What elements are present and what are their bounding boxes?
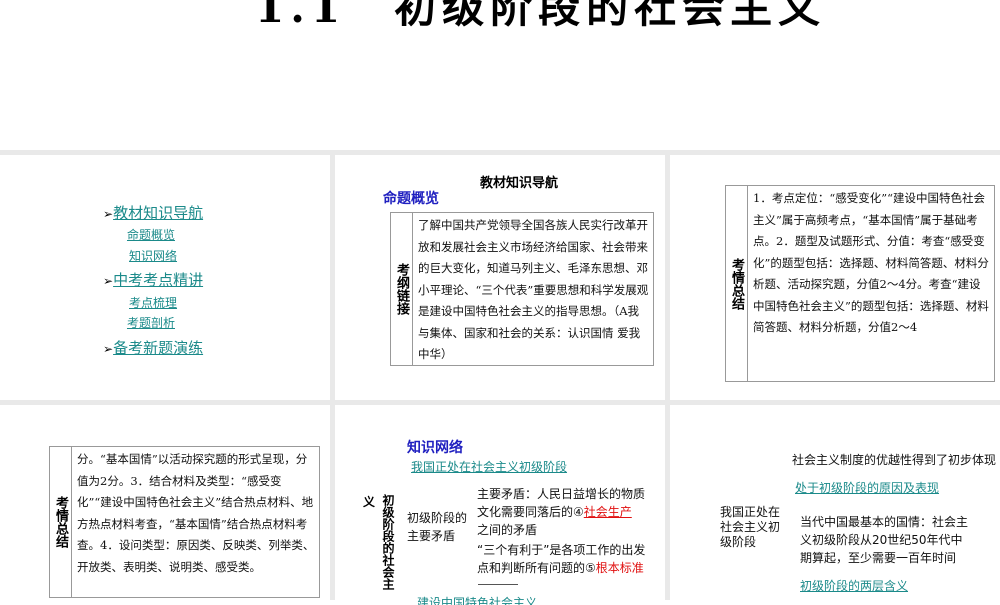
heading: 教材知识导航	[480, 176, 559, 191]
nav-sub-link[interactable]: 考题剖析	[127, 316, 175, 330]
answer-5: 根本标准	[595, 561, 644, 575]
nav-sub-link[interactable]: 考点梳理	[129, 296, 177, 310]
nav-item[interactable]: ➢教材知识导航	[103, 202, 203, 223]
network-link[interactable]: 初级阶段的两层含义	[800, 577, 908, 594]
table-content: 分。“基本国情”以活动探究题的形式呈现，分值为2分。3．结合材料及类型：“感受变…	[77, 452, 315, 574]
slide-thumb-knowledge-network[interactable]: 知识网络 我国正处在社会主义初级阶段 义 初级阶段的社会主 初级阶段的主要矛盾 …	[335, 405, 665, 605]
nav-link[interactable]: 教材知识导航	[113, 204, 203, 222]
nav-link[interactable]: 备考新题演练	[113, 339, 203, 357]
nav-sub-link[interactable]: 命题概览	[127, 228, 175, 242]
nav-item[interactable]: ➢备考新题演练	[103, 337, 203, 358]
nav-sub-link[interactable]: 知识网络	[129, 249, 177, 263]
side-label: 考情总结	[50, 447, 72, 597]
table-content: 了解中国共产党领导全国各族人民实行改革开放和发展社会主义市场经济给国家、社会带来…	[418, 218, 649, 361]
slide-title: 1.1 初级阶段的社会主义	[255, 0, 827, 32]
table-content: 1．考点定位：“感受变化”“建设中国特色社会主义”属于高频考点，“基本国情”属于…	[753, 191, 989, 334]
arrow-icon: ➢	[103, 342, 114, 356]
answer-4: 社会生产	[583, 505, 632, 519]
vertical-label: 初级阶段的社会主	[381, 494, 395, 590]
item-1: 主要矛盾：人民日益增长的物质文化需要同落后的④社会生产 之间的矛盾	[477, 485, 647, 539]
item-2: “三个有利于”是各项工作的出发点和判断所有问题的⑤根本标准	[477, 541, 649, 577]
summary-table: 考情总结 分。“基本国情”以活动探究题的形式呈现，分值为2分。3．结合材料及类型…	[49, 446, 320, 598]
slide-thumb-summary[interactable]: 考情总结 1．考点定位：“感受变化”“建设中国特色社会主义”属于高频考点，“基本…	[670, 155, 1000, 400]
side-label: 考纲链接	[391, 213, 413, 365]
slide-thumb-nav[interactable]: ➢教材知识导航 命题概览 知识网络 ➢中考考点精讲 考点梳理 考题剖析 ➢备考新…	[0, 155, 330, 400]
network-text: 社会主义制度的优越性得到了初步体现	[792, 453, 997, 467]
slide-thumb-summary-2[interactable]: 考情总结 分。“基本国情”以活动探究题的形式呈现，分值为2分。3．结合材料及类型…	[0, 405, 330, 605]
network-link[interactable]: 处于初级阶段的原因及表现	[795, 479, 939, 496]
arrow-icon: ➢	[103, 207, 114, 221]
syllabus-table: 考纲链接 了解中国共产党领导全国各族人民实行改革开放和发展社会主义市场经济给国家…	[390, 212, 654, 366]
text: 之间的矛盾	[477, 523, 538, 537]
subheading: 命题概览	[383, 191, 439, 207]
side-label: 考情总结	[726, 186, 748, 381]
arrow-icon: ➢	[103, 274, 114, 288]
summary-table: 考情总结 1．考点定位：“感受变化”“建设中国特色社会主义”属于高频考点，“基本…	[725, 185, 995, 382]
network-node: 我国正处在社会主义初级阶段	[720, 505, 781, 549]
heading: 知识网络	[407, 440, 463, 456]
slide-thumb-overview[interactable]: 教材知识导航 命题概览 考纲链接 了解中国共产党领导全国各族人民实行改革开放和发…	[335, 155, 665, 400]
label-fragment: 义	[363, 495, 376, 509]
network-text: 当代中国最基本的国情：社会主义初级阶段从20世纪50年代中期算起，至少需要一百年…	[800, 515, 969, 565]
slide-grid: ➢教材知识导航 命题概览 知识网络 ➢中考考点精讲 考点梳理 考题剖析 ➢备考新…	[0, 150, 1000, 605]
blank-line	[478, 584, 518, 585]
slide-thumb-knowledge-network-2[interactable]: 社会主义制度的优越性得到了初步体现 处于初级阶段的原因及表现 我国正处在社会主义…	[670, 405, 1000, 605]
nav-link[interactable]: 中考考点精讲	[113, 271, 203, 289]
network-node: 初级阶段的主要矛盾	[407, 511, 468, 543]
nav-item[interactable]: ➢中考考点精讲	[103, 269, 203, 290]
network-link[interactable]: 我国正处在社会主义初级阶段	[411, 458, 567, 475]
